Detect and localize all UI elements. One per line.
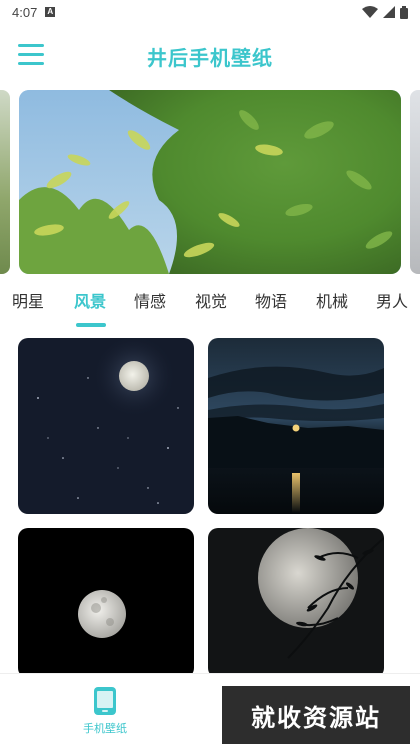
status-icons [362,5,408,19]
battery-icon [400,5,408,19]
watermark-overlay: 就收资源站 [222,686,410,744]
moon-lake-image [208,338,384,514]
page-title: 井后手机壁纸 [147,45,273,70]
nav-label-wallpapers: 手机壁纸 [83,722,127,735]
tab-shijue[interactable]: 视觉 [195,288,227,312]
wifi-icon [362,6,378,18]
wallpaper-card-moon-lake[interactable] [208,338,384,514]
app-header: 井后手机壁纸 [0,32,420,80]
hamburger-menu-icon[interactable] [18,44,44,66]
leaves-image [19,90,401,274]
category-tabs: 明星 风景 情感 视觉 物语 机械 男人 [0,288,420,332]
signal-icon [383,6,395,18]
phone-icon [94,687,116,715]
banner-previous-peek[interactable] [0,90,10,274]
wallpaper-card-moon-branches[interactable] [208,528,384,678]
app-screen: 4:07 A 井后手机壁纸 明星 风景 情感 视觉 物语 机械 男人 手机壁纸 … [0,0,420,747]
tab-nanren[interactable]: 男人 [376,288,408,312]
tab-qinggan[interactable]: 情感 [134,288,166,312]
moon-black-image [18,528,194,678]
active-tab-indicator [76,323,106,327]
moon-starry-image [18,338,194,514]
tab-jixie[interactable]: 机械 [316,288,348,312]
status-bar: 4:07 A [0,0,420,24]
status-time: 4:07 [12,4,38,20]
tab-mingxing[interactable]: 明星 [12,288,44,312]
moon-branches-image [208,528,384,678]
banner-next-peek[interactable] [410,90,420,274]
tab-fengjing[interactable]: 风景 [74,288,106,312]
banner-image-leaves[interactable] [19,90,401,274]
notification-icon: A [45,7,56,17]
wallpaper-card-moon-starry[interactable] [18,338,194,514]
tab-wuyu[interactable]: 物语 [255,288,287,312]
nav-item-wallpapers[interactable]: 手机壁纸 [74,686,136,742]
wallpaper-card-moon-black[interactable] [18,528,194,678]
